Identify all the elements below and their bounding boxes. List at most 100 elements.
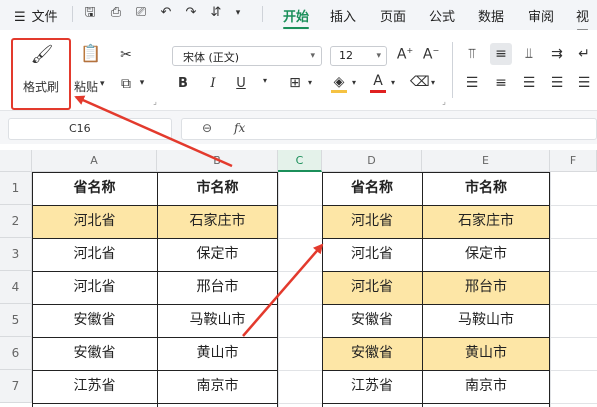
cell-d3[interactable]: 河北省 (322, 238, 422, 271)
format-painter-button[interactable] (11, 38, 71, 110)
column-header-c[interactable]: C (278, 150, 322, 172)
row-header-7[interactable]: 7 (0, 370, 32, 403)
cell-d5[interactable]: 安徽省 (322, 304, 422, 337)
shrink-font-icon[interactable]: A− (422, 46, 440, 63)
align-center-icon[interactable]: ≡ (492, 75, 510, 91)
cell-a5[interactable]: 安徽省 (32, 304, 157, 337)
tab-formulas[interactable]: 公式 (429, 6, 455, 25)
grow-font-icon[interactable]: A+ (396, 46, 414, 63)
wrap-text-icon[interactable]: ↵ (575, 46, 593, 62)
underline-button[interactable]: U (234, 76, 248, 91)
cell-a4[interactable]: 河北省 (32, 271, 157, 304)
align-bottom-icon[interactable]: ⫫ (520, 46, 538, 62)
save-icon[interactable]: 🖫 (82, 5, 98, 21)
column-header-a[interactable]: A (32, 150, 157, 172)
redo-icon[interactable]: ↷ (183, 5, 199, 21)
cell-e3[interactable]: 保定市 (422, 238, 550, 271)
table-border (322, 172, 323, 407)
row-header-5[interactable]: 5 (0, 304, 32, 337)
cell-e7[interactable]: 南京市 (422, 370, 550, 403)
paste-label[interactable]: 粘贴 (74, 78, 98, 95)
cell-d2[interactable]: 河北省 (322, 205, 422, 238)
sync-icon[interactable]: ⇵ (208, 5, 224, 21)
zoom-icon[interactable]: ⊖ (202, 121, 212, 135)
distributed-align-icon[interactable]: ☰ (575, 75, 593, 91)
cell-a1[interactable]: 省名称 (32, 172, 157, 205)
font-launcher-icon[interactable]: ⌟ (440, 97, 448, 106)
print-icon[interactable]: ⎚ (133, 5, 149, 21)
tab-insert[interactable]: 插入 (330, 6, 356, 25)
paste-icon[interactable]: 📋 (80, 44, 102, 64)
clipboard-launcher-icon[interactable]: ⌟ (151, 97, 159, 106)
cell-b3[interactable]: 保定市 (157, 238, 278, 271)
tab-page[interactable]: 页面 (380, 6, 406, 25)
cell-b6[interactable]: 黄山市 (157, 337, 278, 370)
cell-b7[interactable]: 南京市 (157, 370, 278, 403)
copy-icon[interactable]: ⧉ (118, 76, 134, 92)
cell-d7[interactable]: 江苏省 (322, 370, 422, 403)
tab-data[interactable]: 数据 (478, 6, 504, 25)
cell-b5[interactable]: 马鞍山市 (157, 304, 278, 337)
export-pdf-icon[interactable]: ⎙ (108, 5, 124, 21)
cell-e4[interactable]: 邢台市 (422, 271, 550, 304)
cell-b1[interactable]: 市名称 (157, 172, 278, 205)
fill-color-icon[interactable]: ◈ (330, 74, 348, 90)
cell-e5[interactable]: 马鞍山市 (422, 304, 550, 337)
row-header-4[interactable]: 4 (0, 271, 32, 304)
cell-d1[interactable]: 省名称 (322, 172, 422, 205)
name-box[interactable]: C16 (8, 118, 172, 140)
formula-input[interactable]: ⊖ fx (181, 118, 597, 140)
cell-a7[interactable]: 江苏省 (32, 370, 157, 403)
cell-a2[interactable]: 河北省 (32, 205, 157, 238)
column-header-d[interactable]: D (322, 150, 422, 172)
fill-color-dropdown-icon[interactable]: ▾ (349, 78, 359, 87)
undo-icon[interactable]: ↶ (158, 5, 174, 21)
borders-dropdown-icon[interactable]: ▾ (305, 78, 315, 87)
cell-a6[interactable]: 安徽省 (32, 337, 157, 370)
row-header-1[interactable]: 1 (0, 172, 32, 205)
tab-review[interactable]: 审阅 (528, 6, 554, 25)
font-size-select[interactable]: 12 ▾ (330, 46, 387, 66)
clear-dropdown-icon[interactable]: ▾ (428, 78, 438, 87)
align-right-icon[interactable]: ☰ (520, 75, 538, 91)
cell-d6[interactable]: 安徽省 (322, 337, 422, 370)
cell-b4[interactable]: 邢台市 (157, 271, 278, 304)
italic-button[interactable]: I (206, 76, 220, 91)
text-direction-icon[interactable]: ⇉ (548, 46, 566, 62)
borders-icon[interactable]: ⊞ (287, 75, 303, 91)
font-size-value: 12 (339, 49, 353, 62)
paste-dropdown-icon[interactable]: ▾ (100, 79, 105, 89)
clear-format-icon[interactable]: ⌫ (410, 74, 430, 90)
underline-dropdown-icon[interactable]: ▾ (259, 76, 271, 85)
column-header-e[interactable]: E (422, 150, 550, 172)
cell-d4[interactable]: 河北省 (322, 271, 422, 304)
cell-a3[interactable]: 河北省 (32, 238, 157, 271)
file-menu[interactable]: ☰ 文件 (14, 6, 58, 25)
align-top-icon[interactable]: ⫪ (463, 46, 481, 62)
justify-icon[interactable]: ☰ (548, 75, 566, 91)
tab-home[interactable]: 开始 (283, 6, 309, 25)
cell-e6[interactable]: 黄山市 (422, 337, 550, 370)
align-middle-icon[interactable]: ≡ (490, 43, 512, 65)
copy-dropdown-icon[interactable]: ▾ (137, 78, 147, 88)
font-color-icon[interactable]: A (370, 73, 386, 89)
column-header-f[interactable]: F (550, 150, 597, 172)
cell-b2[interactable]: 石家庄市 (157, 205, 278, 238)
align-left-icon[interactable]: ☰ (463, 75, 481, 91)
font-color-dropdown-icon[interactable]: ▾ (388, 78, 398, 87)
fx-icon[interactable]: fx (234, 121, 245, 135)
cut-icon[interactable]: ✂ (118, 47, 134, 63)
row-header-3[interactable]: 3 (0, 238, 32, 271)
column-header-b[interactable]: B (157, 150, 278, 172)
row-header-6[interactable]: 6 (0, 337, 32, 370)
menu-bar: ☰文件 🖫 ⎙ ⎚ ↶ ↷ ⇵ ▾ 开始 插入 页面 公式 数据 审阅 视图 (0, 0, 597, 44)
name-box-value: C16 (69, 122, 91, 135)
cell-e1[interactable]: 市名称 (422, 172, 550, 205)
cell-e2[interactable]: 石家庄市 (422, 205, 550, 238)
select-all-corner[interactable] (0, 150, 32, 172)
bold-button[interactable]: B (176, 76, 190, 91)
row-header-2[interactable]: 2 (0, 205, 32, 238)
quick-access-dropdown-icon[interactable]: ▾ (230, 5, 246, 21)
table-border (32, 370, 278, 371)
font-name-select[interactable]: 宋体 (正文) ▾ (172, 46, 322, 66)
